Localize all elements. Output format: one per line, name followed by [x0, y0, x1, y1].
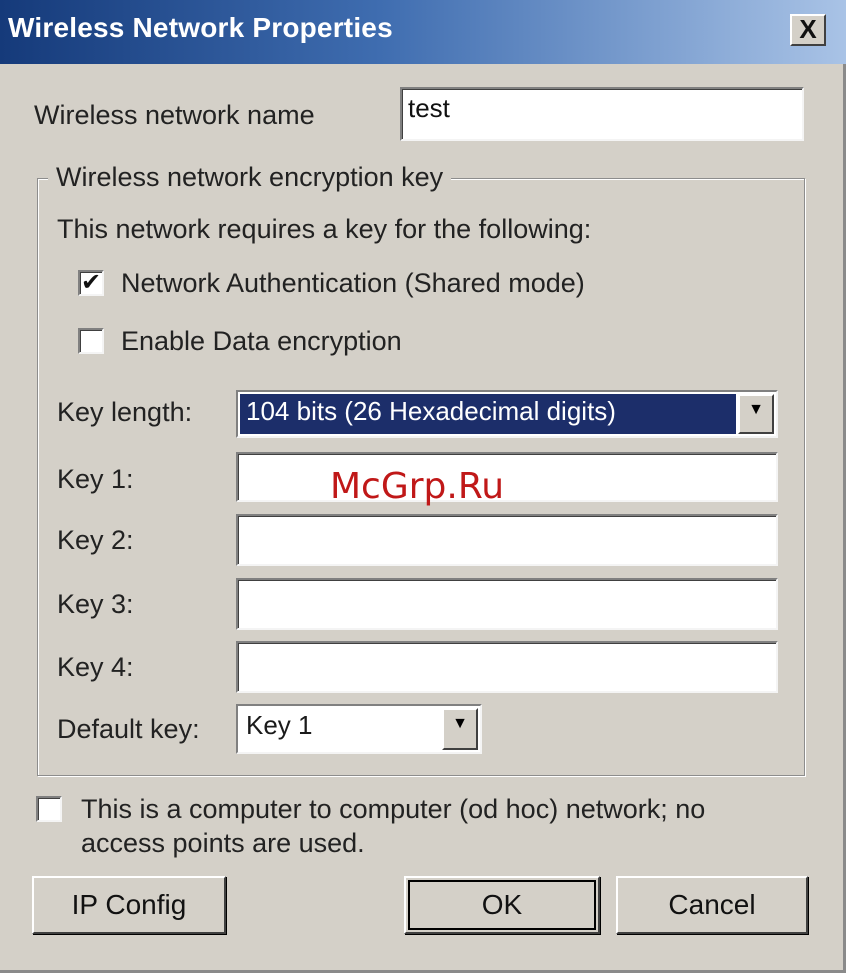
adhoc-network-label-line2: access points are used.	[81, 828, 365, 858]
key-2-label: Key 2:	[57, 525, 134, 555]
cancel-button[interactable]: Cancel	[616, 876, 808, 934]
ip-config-button[interactable]: IP Config	[32, 876, 226, 934]
key-length-label: Key length:	[57, 397, 193, 427]
checkmark-icon: ✔	[80, 269, 102, 296]
network-name-label: Wireless network name	[34, 100, 315, 130]
close-icon: X	[799, 14, 817, 44]
key-4-label: Key 4:	[57, 652, 134, 682]
watermark-text: McGrp.Ru	[330, 466, 505, 507]
adhoc-network-checkbox[interactable]	[36, 796, 62, 822]
key-length-value: 104 bits (26 Hexadecimal digits)	[240, 394, 736, 434]
key-4-input[interactable]	[236, 641, 778, 693]
encryption-key-group-label: Wireless network encryption key	[48, 162, 452, 193]
key-3-label: Key 3:	[57, 589, 134, 619]
key-1-input[interactable]	[236, 452, 778, 502]
default-key-value: Key 1	[246, 710, 313, 740]
chevron-down-icon[interactable]: ▼	[442, 708, 478, 750]
key-1-label: Key 1:	[57, 464, 134, 494]
enable-data-encryption-label: Enable Data encryption	[121, 326, 402, 356]
network-authentication-label: Network Authentication (Shared mode)	[121, 268, 585, 298]
network-authentication-checkbox[interactable]: ✔	[78, 270, 104, 296]
key-3-input[interactable]	[236, 578, 778, 630]
wireless-network-properties-dialog: Wireless Network Properties X Wireless n…	[0, 0, 846, 973]
dialog-title: Wireless Network Properties	[8, 12, 393, 43]
key-length-select[interactable]: 104 bits (26 Hexadecimal digits) ▼	[236, 390, 778, 438]
ok-button[interactable]: OK	[404, 876, 600, 934]
enable-data-encryption-checkbox[interactable]	[78, 328, 104, 354]
key-2-input[interactable]	[236, 514, 778, 566]
default-key-label: Default key:	[57, 714, 200, 744]
close-button[interactable]: X	[790, 14, 826, 46]
network-name-input[interactable]: test	[400, 87, 804, 141]
key-requirement-text: This network requires a key for the foll…	[57, 214, 592, 244]
title-bar[interactable]: Wireless Network Properties X	[0, 0, 846, 64]
network-name-value: test	[408, 93, 450, 123]
default-key-select[interactable]: Key 1 ▼	[236, 704, 482, 754]
adhoc-network-label-line1: This is a computer to computer (od hoc) …	[81, 794, 706, 824]
chevron-down-icon[interactable]: ▼	[738, 394, 774, 434]
